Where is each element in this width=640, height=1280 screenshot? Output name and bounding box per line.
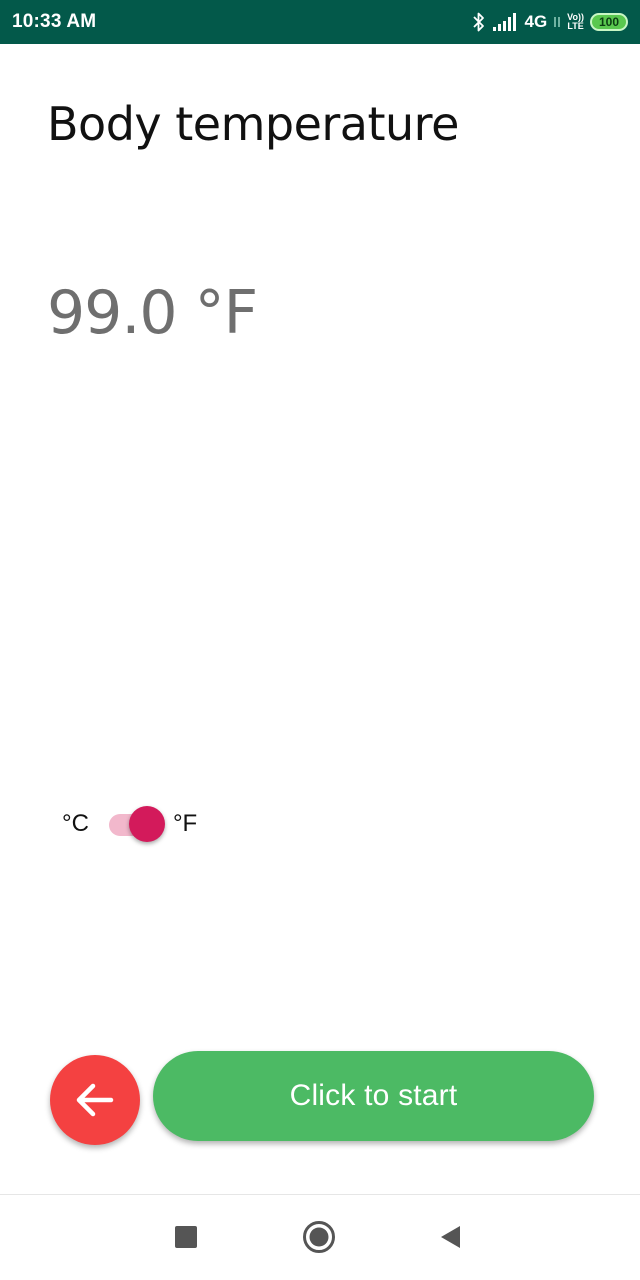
battery-level: 100 [598,15,620,29]
square-icon [175,1226,197,1248]
volte-bottom: LTE [567,21,584,31]
app-screen: 10:33 AM 4G Vo)) LTE 100 Body temperatur… [0,0,640,1280]
status-time: 10:33 AM [12,11,97,32]
battery-icon: 100 [590,13,628,31]
back-button[interactable] [50,1055,140,1145]
recents-button[interactable] [166,1217,206,1257]
bluetooth-icon [473,12,485,32]
volte-indicator: Vo)) LTE [567,13,584,31]
arrow-left-icon [76,1083,114,1117]
page-title: Body temperature [47,97,459,151]
unit-switch[interactable] [107,802,169,846]
data-arrows-icon [554,17,560,27]
network-type: 4G [524,12,548,31]
circle-icon [303,1221,335,1253]
unit-toggle-row: °C °F [62,802,197,846]
triangle-back-icon [441,1226,460,1248]
start-button[interactable]: Click to start [153,1051,594,1141]
temperature-value: 99.0 °F [47,278,258,348]
switch-thumb [128,806,165,842]
home-button[interactable] [299,1217,339,1257]
signal-icon [493,13,517,31]
celsius-label: °C [62,810,89,837]
nav-back-button[interactable] [430,1217,470,1257]
system-nav-bar [0,1195,640,1280]
status-icons: 4G Vo)) LTE 100 [472,8,628,36]
status-bar: 10:33 AM 4G Vo)) LTE 100 [0,0,640,44]
fahrenheit-label: °F [172,810,198,837]
